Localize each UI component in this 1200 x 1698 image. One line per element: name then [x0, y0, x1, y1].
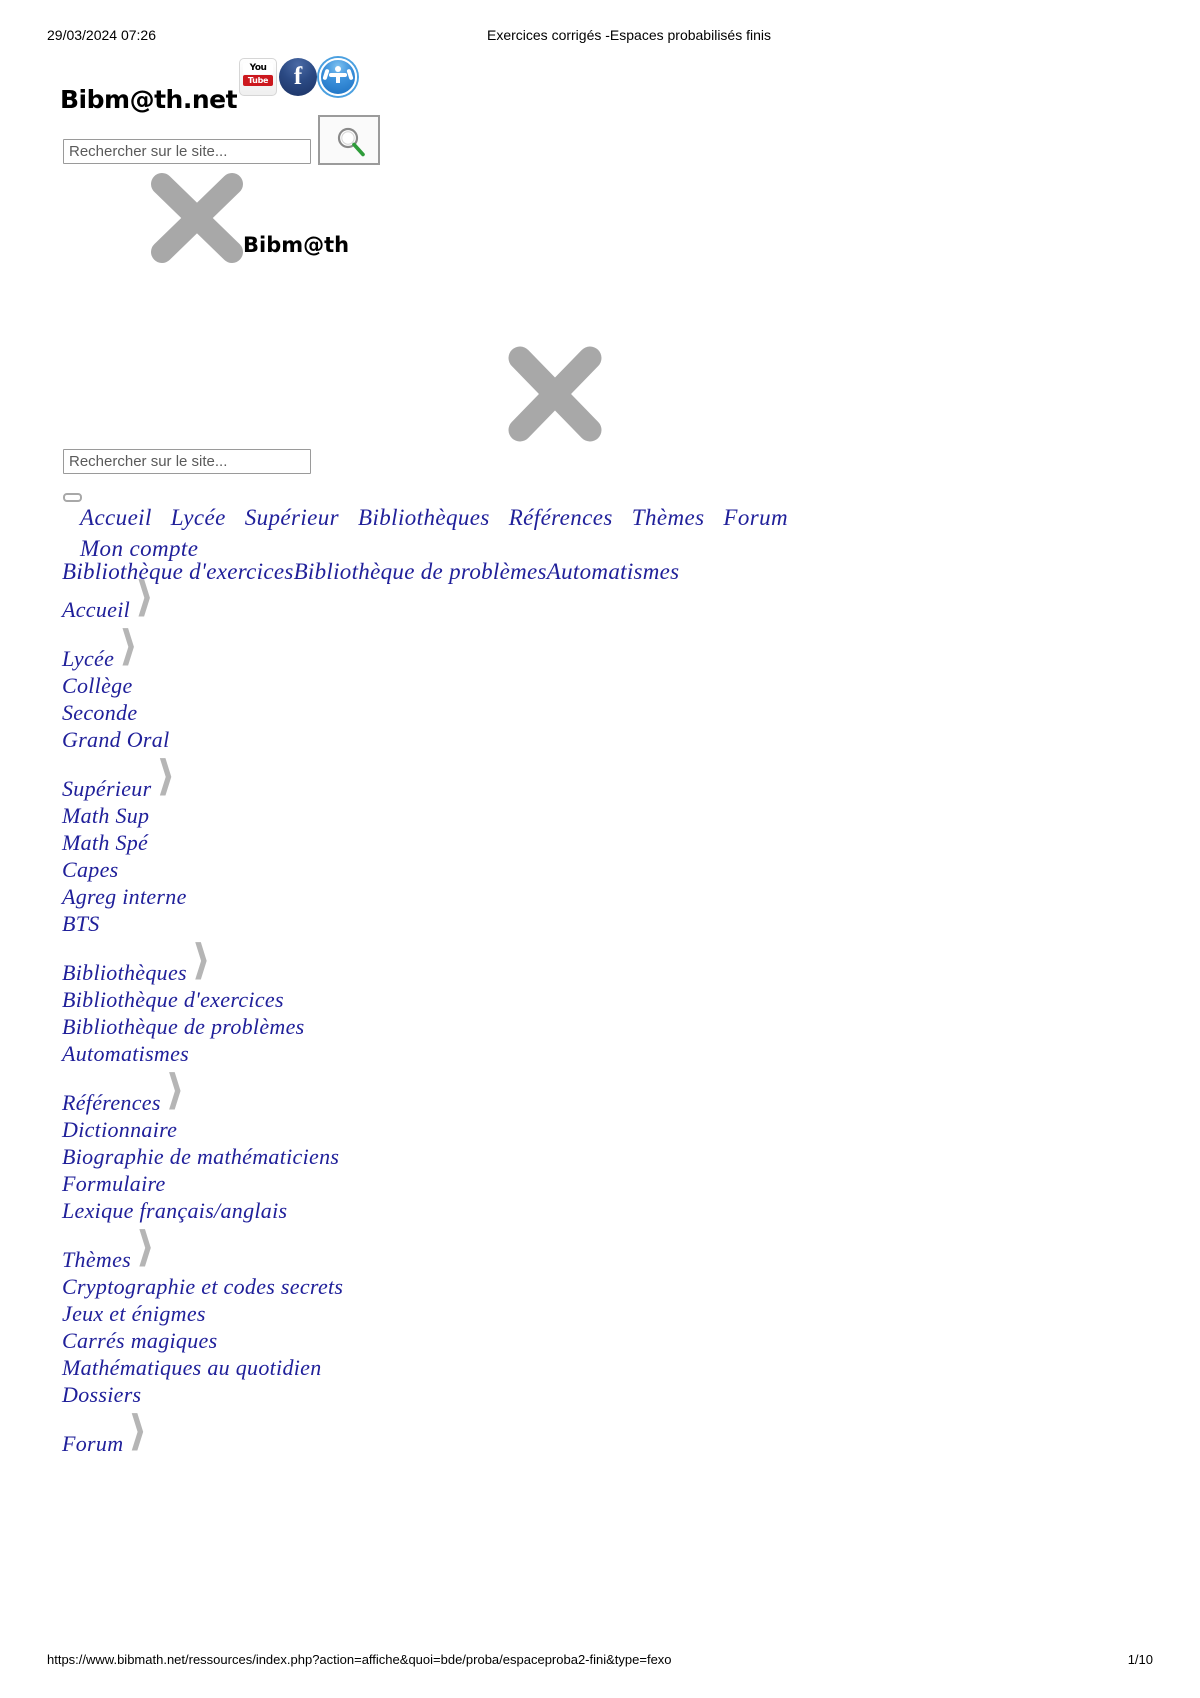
- accessibility-icon-head: [335, 66, 342, 72]
- facebook-icon[interactable]: f: [279, 58, 318, 96]
- sidebar-item-label: Forum: [62, 1431, 124, 1456]
- social-links: You Tube f: [239, 58, 359, 96]
- list-item[interactable]: Formulaire: [62, 1170, 562, 1197]
- chevron-right-icon: ⟩: [165, 1065, 186, 1114]
- facebook-icon-glyph: f: [293, 63, 303, 90]
- sidebar-item-lycee[interactable]: Lycée ⟩: [62, 625, 138, 672]
- list-item[interactable]: Bibliothèque d'exercices: [62, 986, 562, 1013]
- sidebar-item-label: Thèmes: [62, 1247, 132, 1272]
- sidebar-item-forum[interactable]: Forum ⟩: [62, 1410, 148, 1457]
- chevron-right-icon: ⟩: [191, 935, 212, 984]
- sidebar-item-label: Lycée: [62, 646, 115, 671]
- youtube-icon-line2: Tube: [243, 75, 274, 86]
- tree-group-accueil: Accueil ⟩: [62, 576, 562, 623]
- list-item[interactable]: Math Spé: [62, 829, 562, 856]
- chevron-right-icon: ⟩: [135, 572, 155, 621]
- chevron-right-icon: ⟩: [156, 751, 176, 800]
- chevron-right-icon: ⟩: [136, 1222, 156, 1271]
- site-brand: Bibm@th.net You Tube f: [60, 58, 359, 112]
- tree-group-superieur: Supérieur ⟩ Math Sup Math Spé Capes Agre…: [62, 755, 562, 937]
- sidebar-item-label: Supérieur: [62, 776, 152, 801]
- nav-item-bibliotheques[interactable]: Bibliothèques: [358, 505, 490, 530]
- search-button[interactable]: [318, 115, 380, 165]
- search-input-main[interactable]: [63, 449, 311, 474]
- print-footer-url: https://www.bibmath.net/ressources/index…: [47, 1652, 672, 1667]
- accessibility-icon[interactable]: [319, 58, 358, 96]
- list-item[interactable]: Jeux et énigmes: [62, 1300, 562, 1327]
- nav-item-themes[interactable]: Thèmes: [632, 505, 705, 530]
- tree-group-bibliotheques: Bibliothèques ⟩ Bibliothèque d'exercices…: [62, 939, 562, 1067]
- sidebar-item-label: Bibliothèques: [62, 960, 187, 985]
- broken-image-label: Bibm@th: [243, 233, 350, 257]
- list-item[interactable]: Cryptographie et codes secrets: [62, 1273, 562, 1300]
- youtube-icon-line1: You: [243, 63, 274, 74]
- list-item[interactable]: Dictionnaire: [62, 1116, 562, 1143]
- list-item[interactable]: Bibliothèque de problèmes: [62, 1013, 562, 1040]
- sidebar-item-themes[interactable]: Thèmes ⟩: [62, 1226, 155, 1273]
- list-item[interactable]: BTS: [62, 910, 562, 937]
- nav-item-accueil[interactable]: Accueil: [80, 505, 152, 530]
- print-header-date: 29/03/2024 07:26: [47, 27, 156, 43]
- list-item[interactable]: Automatismes: [62, 1040, 562, 1067]
- accessibility-icon-leg-right: [346, 68, 354, 81]
- nav-item-references[interactable]: Références: [509, 505, 613, 530]
- list-item[interactable]: Collège: [62, 672, 562, 699]
- youtube-icon[interactable]: You Tube: [239, 58, 278, 96]
- chevron-right-icon: ⟩: [119, 621, 139, 670]
- sub-nav[interactable]: Bibliothèque d'exercicesBibliothèque de …: [62, 559, 679, 585]
- sidebar-item-superieur[interactable]: Supérieur ⟩: [62, 755, 176, 802]
- sidebar-item-label: Accueil: [62, 597, 131, 622]
- list-item[interactable]: Lexique français/anglais: [62, 1197, 562, 1224]
- print-header-title: Exercices corrigés -Espaces probabilisés…: [487, 27, 771, 43]
- sidebar-item-references[interactable]: Références ⟩: [62, 1069, 185, 1116]
- list-item[interactable]: Agreg interne: [62, 883, 562, 910]
- print-footer-page: 1/10: [1127, 1652, 1153, 1667]
- list-item[interactable]: Capes: [62, 856, 562, 883]
- sidebar-item-label: Références: [62, 1090, 161, 1115]
- list-item[interactable]: Mathématiques au quotidien: [62, 1354, 562, 1381]
- nav-item-superieur[interactable]: Supérieur: [245, 505, 339, 530]
- accessibility-icon-body: [329, 73, 348, 91]
- tree-group-themes: Thèmes ⟩ Cryptographie et codes secrets …: [62, 1226, 562, 1408]
- nav-item-forum[interactable]: Forum: [723, 505, 788, 530]
- tree-group-lycee: Lycée ⟩ Collège Seconde Grand Oral: [62, 625, 562, 753]
- sidebar-item-accueil[interactable]: Accueil ⟩: [62, 576, 154, 623]
- list-item[interactable]: Biographie de mathématiciens: [62, 1143, 562, 1170]
- magnifier-icon: [335, 126, 367, 161]
- sidebar-menu-tree: Accueil ⟩ Lycée ⟩ Collège Seconde Grand …: [62, 576, 562, 1457]
- list-item[interactable]: Math Sup: [62, 802, 562, 829]
- tree-group-references: Références ⟩ Dictionnaire Biographie de …: [62, 1069, 562, 1224]
- broken-image-banner: [505, 345, 605, 443]
- site-title: Bibm@th.net: [60, 85, 238, 114]
- main-nav: Accueil Lycée Supérieur Bibliothèques Référe…: [80, 502, 1040, 564]
- nav-item-lycee[interactable]: Lycée: [171, 505, 226, 530]
- search-input-top[interactable]: [63, 139, 311, 164]
- menu-toggle-icon[interactable]: [63, 493, 82, 502]
- chevron-right-icon: ⟩: [128, 1406, 148, 1455]
- tree-group-forum: Forum ⟩: [62, 1410, 562, 1457]
- list-item[interactable]: Carrés magiques: [62, 1327, 562, 1354]
- broken-image-logo: [148, 172, 246, 264]
- sidebar-item-bibliotheques[interactable]: Bibliothèques ⟩: [62, 939, 211, 986]
- list-item[interactable]: Grand Oral: [62, 726, 562, 753]
- list-item[interactable]: Seconde: [62, 699, 562, 726]
- list-item[interactable]: Dossiers: [62, 1381, 562, 1408]
